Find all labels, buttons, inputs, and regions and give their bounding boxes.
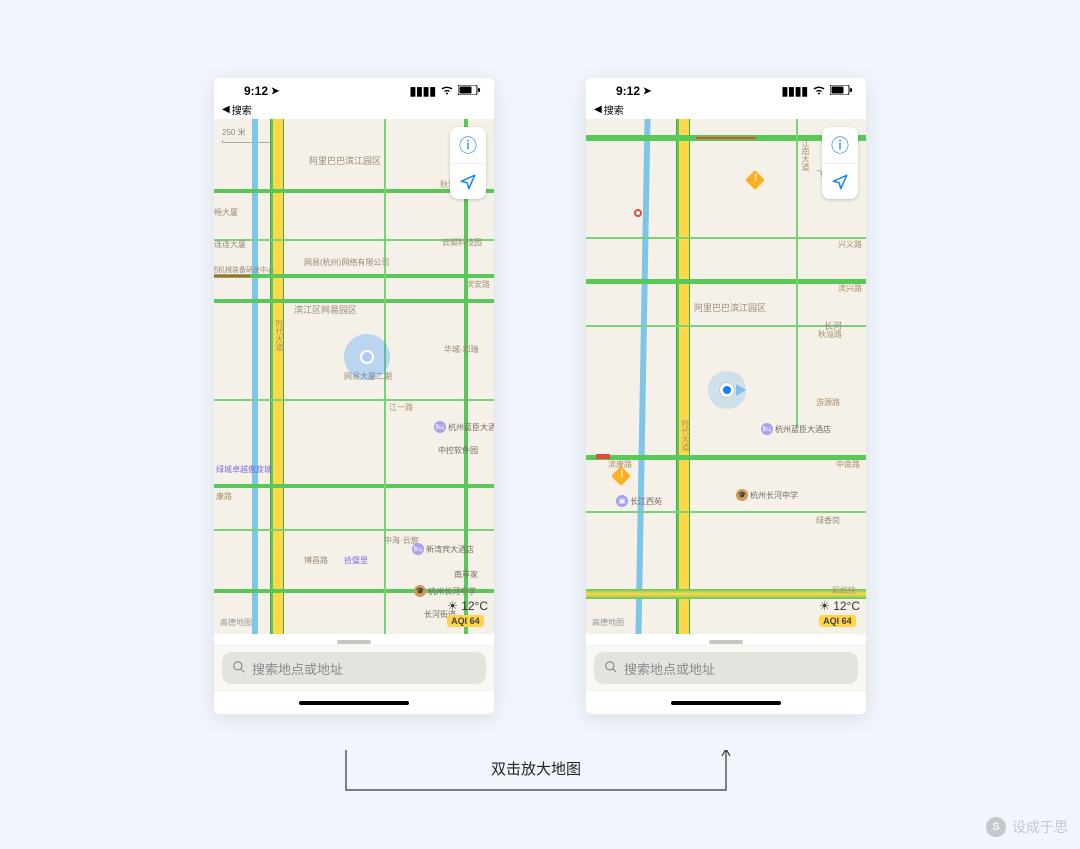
info-button[interactable]: ⓘ — [450, 127, 486, 163]
search-placeholder: 搜索地点或地址 — [624, 659, 715, 678]
map-label: 网易(杭州)网络有限公司 — [304, 257, 389, 268]
annotation-label: 双击放大地图 — [491, 758, 581, 779]
map-label: 中南路 — [836, 459, 860, 470]
locate-button[interactable] — [822, 163, 858, 199]
map-label: 康路 — [216, 491, 232, 502]
back-to-app[interactable]: ◀ 搜索 — [214, 102, 494, 119]
poi-hotel[interactable]: 🛏新湾宾大酒店 — [412, 543, 474, 555]
map-label: 阿里巴巴滨江园区 — [309, 154, 381, 167]
poi: 中控软件园 — [438, 445, 478, 456]
aqi-badge: AQI 64 — [819, 615, 856, 627]
back-chevron-icon: ◀ — [222, 104, 230, 115]
weather-icon: ☀ — [819, 599, 830, 613]
status-bar: 9:12 ➤ ▮▮▮▮ — [586, 78, 866, 102]
weather-widget[interactable]: ☀ 12°C AQI 64 — [819, 599, 860, 628]
map-label: 博昌路 — [304, 555, 328, 566]
map-label: 绿城卓越傲旋城 — [216, 464, 272, 475]
map-canvas-right[interactable]: 阿里巴巴滨江园区 长河 滨兴路 兴义路 江南大道 秋溢路 滨康路 中南路 彩虹快… — [586, 119, 866, 634]
annotation: 双击放大地图 — [336, 750, 736, 810]
status-time: 9:12 — [244, 84, 268, 98]
poi-school[interactable]: 🎓杭州长河中学 — [736, 489, 798, 501]
location-services-icon: ➤ — [271, 86, 279, 97]
poi: 南岸家 — [454, 569, 478, 580]
map-label: 彩虹快 — [832, 585, 856, 596]
info-button[interactable]: ⓘ — [822, 127, 858, 163]
watermark: S 设成于思 — [986, 817, 1068, 837]
poi-school[interactable]: 🎓杭州长河中学 — [414, 585, 476, 597]
wifi-icon — [812, 84, 826, 98]
map-label: 江一路 — [389, 402, 413, 413]
cellular-icon: ▮▮▮▮ — [782, 84, 808, 98]
map-label: 连连大厦 — [214, 239, 246, 250]
map-label: 滨安路 — [466, 279, 490, 290]
battery-icon — [458, 84, 480, 98]
back-label: 搜索 — [232, 102, 252, 117]
home-indicator[interactable] — [586, 692, 866, 714]
map-label: 时代大道 — [680, 419, 691, 451]
locate-button[interactable] — [450, 163, 486, 199]
status-bar: 9:12 ➤ ▮▮▮▮ — [214, 78, 494, 102]
map-label: 云狐科技园 — [442, 237, 482, 248]
cellular-icon: ▮▮▮▮ — [410, 84, 436, 98]
poi-hotel[interactable]: 🛏杭州蓝臣大酒店 — [434, 421, 494, 433]
search-placeholder: 搜索地点或地址 — [252, 659, 343, 678]
map-label: 滨江区网易园区 — [294, 303, 357, 316]
poi-hotel[interactable]: 🛏杭州蓝臣大酒店 — [761, 423, 831, 435]
back-to-app[interactable]: ◀ 搜索 — [586, 102, 866, 119]
search-input[interactable]: 搜索地点或地址 — [222, 652, 486, 684]
back-label: 搜索 — [604, 102, 624, 117]
back-chevron-icon: ◀ — [594, 104, 602, 115]
map-label: 江南大道 — [800, 139, 811, 171]
map-label: 阿里巴巴滨江园区 — [694, 301, 766, 314]
traffic-warning-icon — [745, 170, 765, 190]
phone-right: 9:12 ➤ ▮▮▮▮ ◀ 搜索 — [586, 78, 866, 714]
map-label: 华城·和瑞 — [444, 344, 479, 355]
weather-widget[interactable]: ☀ 12°C AQI 64 — [447, 599, 488, 628]
search-input[interactable]: 搜索地点或地址 — [594, 652, 858, 684]
map-controls: ⓘ — [822, 127, 858, 199]
status-time: 9:12 — [616, 84, 640, 98]
user-location-indicator — [344, 334, 390, 380]
watermark-text: 设成于思 — [1012, 817, 1068, 837]
status-right: ▮▮▮▮ — [782, 84, 852, 98]
map-label: 绿香岗 — [816, 515, 840, 526]
status-right: ▮▮▮▮ — [410, 84, 480, 98]
map-label: 集团机械装备研发中心 — [214, 265, 274, 275]
location-services-icon: ➤ — [643, 86, 651, 97]
map-label: 拾璧里 — [344, 555, 368, 566]
watermark-logo-icon: S — [986, 817, 1006, 837]
map-attribution: 高德地图 — [220, 617, 252, 628]
search-icon — [232, 660, 246, 677]
home-indicator[interactable] — [214, 692, 494, 714]
user-heading-indicator — [736, 384, 746, 396]
map-label: 滨兴路 — [838, 283, 862, 294]
map-label: 时代大道 — [274, 319, 285, 351]
user-location-indicator — [720, 383, 734, 397]
map-attribution: 高德地图 — [592, 617, 624, 628]
map-label: 滨康路 — [608, 459, 632, 470]
map-label: 秋溢路 — [818, 329, 842, 340]
map-label: 兴义路 — [838, 239, 862, 250]
phone-left: 9:12 ➤ ▮▮▮▮ ◀ 搜索 250 米 — [214, 78, 494, 714]
poi[interactable]: ▣长江西苑 — [616, 495, 662, 507]
wifi-icon — [440, 84, 454, 98]
map-controls: ⓘ — [450, 127, 486, 199]
map-label: 游源路 — [816, 397, 840, 408]
aqi-badge: AQI 64 — [447, 615, 484, 627]
weather-icon: ☀ — [447, 599, 458, 613]
battery-icon — [830, 84, 852, 98]
search-icon — [604, 660, 618, 677]
map-label: 畅大厦 — [214, 207, 238, 218]
map-canvas-left[interactable]: 250 米 阿里巴巴滨江园区 云狐科技园 网易(杭州)网络有限公司 滨江区网易园… — [214, 119, 494, 634]
